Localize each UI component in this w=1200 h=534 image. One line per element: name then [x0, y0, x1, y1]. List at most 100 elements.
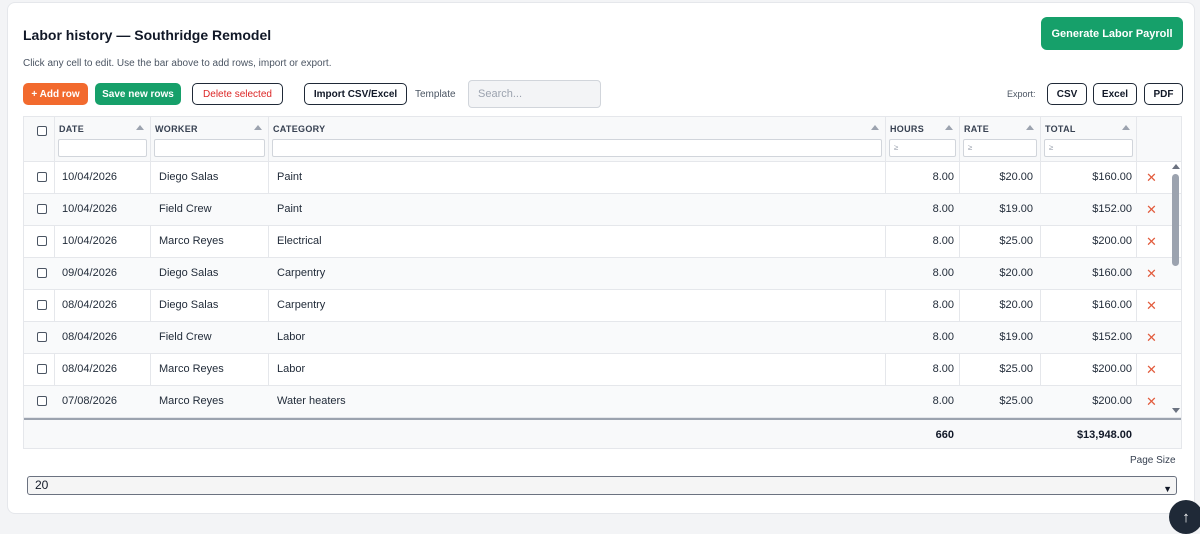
cell-rate[interactable]: $25.00: [960, 226, 1033, 257]
table-row[interactable]: 08/04/2026 Marco Reyes Labor 8.00 $25.00 $200…: [24, 354, 1181, 386]
cell-category[interactable]: Paint: [277, 162, 877, 193]
cell-date[interactable]: 08/04/2026: [62, 354, 151, 385]
table-row[interactable]: 09/04/2026 Diego Salas Carpentry 8.00 $20.00…: [24, 258, 1181, 290]
cell-rate[interactable]: $20.00: [960, 162, 1033, 193]
row-checkbox[interactable]: [37, 172, 47, 182]
cell-worker[interactable]: Diego Salas: [159, 290, 269, 321]
sort-up-icon[interactable]: [1026, 125, 1034, 130]
select-all-checkbox[interactable]: [37, 126, 47, 136]
cell-hours[interactable]: 8.00: [886, 258, 954, 289]
cell-category[interactable]: Water heaters: [277, 386, 877, 417]
sort-up-icon[interactable]: [254, 125, 262, 130]
row-checkbox[interactable]: [37, 396, 47, 406]
sort-up-icon[interactable]: [1122, 125, 1130, 130]
scroll-up-icon[interactable]: [1172, 164, 1180, 169]
cell-total[interactable]: $160.00: [1041, 290, 1132, 321]
close-icon[interactable]: ✕: [1146, 354, 1157, 385]
cell-date[interactable]: 10/04/2026: [62, 194, 151, 225]
header-worker[interactable]: WORKER: [151, 117, 269, 162]
filter-category-input[interactable]: [272, 139, 882, 157]
save-new-rows-button[interactable]: Save new rows: [95, 83, 181, 105]
cell-worker[interactable]: Marco Reyes: [159, 386, 269, 417]
row-checkbox[interactable]: [37, 332, 47, 342]
sort-up-icon[interactable]: [945, 125, 953, 130]
row-checkbox[interactable]: [37, 204, 47, 214]
header-date[interactable]: DATE: [55, 117, 151, 162]
cell-hours[interactable]: 8.00: [886, 322, 954, 353]
table-row[interactable]: 08/04/2026 Field Crew Labor 8.00 $19.00 $152.…: [24, 322, 1181, 354]
cell-total[interactable]: $200.00: [1041, 386, 1132, 417]
header-rate[interactable]: RATE ≥: [960, 117, 1041, 162]
filter-rate-input[interactable]: ≥: [963, 139, 1037, 157]
cell-rate[interactable]: $19.00: [960, 322, 1033, 353]
row-checkbox[interactable]: [37, 236, 47, 246]
filter-total-input[interactable]: ≥: [1044, 139, 1133, 157]
cell-total[interactable]: $152.00: [1041, 322, 1132, 353]
cell-rate[interactable]: $25.00: [960, 386, 1033, 417]
import-button[interactable]: Import CSV/Excel: [304, 83, 407, 105]
cell-hours[interactable]: 8.00: [886, 354, 954, 385]
close-icon[interactable]: ✕: [1146, 322, 1157, 353]
sort-up-icon[interactable]: [136, 125, 144, 130]
cell-date[interactable]: 07/08/2026: [62, 386, 151, 417]
cell-rate[interactable]: $20.00: [960, 258, 1033, 289]
cell-hours[interactable]: 8.00: [886, 162, 954, 193]
filter-hours-input[interactable]: ≥: [889, 139, 956, 157]
table-row[interactable]: 10/04/2026 Marco Reyes Electrical 8.00 $25.0…: [24, 226, 1181, 258]
cell-hours[interactable]: 8.00: [886, 226, 954, 257]
close-icon[interactable]: ✕: [1146, 162, 1157, 193]
cell-rate[interactable]: $20.00: [960, 290, 1033, 321]
generate-payroll-button[interactable]: Generate Labor Payroll: [1041, 17, 1183, 50]
cell-date[interactable]: 08/04/2026: [62, 290, 151, 321]
cell-rate[interactable]: $25.00: [960, 354, 1033, 385]
add-row-button[interactable]: + Add row: [23, 83, 88, 105]
export-pdf-button[interactable]: PDF: [1144, 83, 1183, 105]
cell-total[interactable]: $200.00: [1041, 226, 1132, 257]
cell-category[interactable]: Electrical: [277, 226, 877, 257]
cell-hours[interactable]: 8.00: [886, 194, 954, 225]
close-icon[interactable]: ✕: [1146, 226, 1157, 257]
delete-selected-button[interactable]: Delete selected: [192, 83, 283, 105]
close-icon[interactable]: ✕: [1146, 386, 1157, 417]
cell-date[interactable]: 10/04/2026: [62, 162, 151, 193]
filter-date-input[interactable]: [58, 139, 147, 157]
cell-total[interactable]: $160.00: [1041, 162, 1132, 193]
cell-worker[interactable]: Marco Reyes: [159, 226, 269, 257]
cell-total[interactable]: $160.00: [1041, 258, 1132, 289]
search-input[interactable]: [468, 80, 601, 108]
cell-category[interactable]: Paint: [277, 194, 877, 225]
sort-up-icon[interactable]: [871, 125, 879, 130]
export-excel-button[interactable]: Excel: [1093, 83, 1137, 105]
cell-worker[interactable]: Diego Salas: [159, 162, 269, 193]
close-icon[interactable]: ✕: [1146, 290, 1157, 321]
table-row[interactable]: 10/04/2026 Diego Salas Paint 8.00 $20.00 $160…: [24, 162, 1181, 194]
table-row[interactable]: 08/04/2026 Diego Salas Carpentry 8.00 $20.00…: [24, 290, 1181, 322]
scrollbar-thumb[interactable]: [1172, 174, 1179, 266]
cell-category[interactable]: Labor: [277, 354, 877, 385]
cell-rate[interactable]: $19.00: [960, 194, 1033, 225]
export-csv-button[interactable]: CSV: [1047, 83, 1087, 105]
cell-total[interactable]: $200.00: [1041, 354, 1132, 385]
row-checkbox[interactable]: [37, 364, 47, 374]
cell-worker[interactable]: Field Crew: [159, 322, 269, 353]
scroll-down-icon[interactable]: [1172, 408, 1180, 413]
cell-worker[interactable]: Diego Salas: [159, 258, 269, 289]
cell-date[interactable]: 09/04/2026: [62, 258, 151, 289]
cell-worker[interactable]: Field Crew: [159, 194, 269, 225]
cell-date[interactable]: 08/04/2026: [62, 322, 151, 353]
page-size-select[interactable]: 20 ▼: [27, 476, 1177, 495]
header-category[interactable]: CATEGORY: [269, 117, 886, 162]
close-icon[interactable]: ✕: [1146, 258, 1157, 289]
cell-date[interactable]: 10/04/2026: [62, 226, 151, 257]
filter-worker-input[interactable]: [154, 139, 265, 157]
row-checkbox[interactable]: [37, 300, 47, 310]
cell-hours[interactable]: 8.00: [886, 386, 954, 417]
cell-category[interactable]: Carpentry: [277, 258, 877, 289]
cell-worker[interactable]: Marco Reyes: [159, 354, 269, 385]
cell-category[interactable]: Carpentry: [277, 290, 877, 321]
vertical-scrollbar[interactable]: [1169, 162, 1181, 417]
table-row[interactable]: 07/08/2026 Marco Reyes Water heaters 8.00 $2…: [24, 386, 1181, 418]
cell-hours[interactable]: 8.00: [886, 290, 954, 321]
template-link[interactable]: Template: [415, 89, 456, 100]
table-row[interactable]: 10/04/2026 Field Crew Paint 8.00 $19.00 $152.…: [24, 194, 1181, 226]
